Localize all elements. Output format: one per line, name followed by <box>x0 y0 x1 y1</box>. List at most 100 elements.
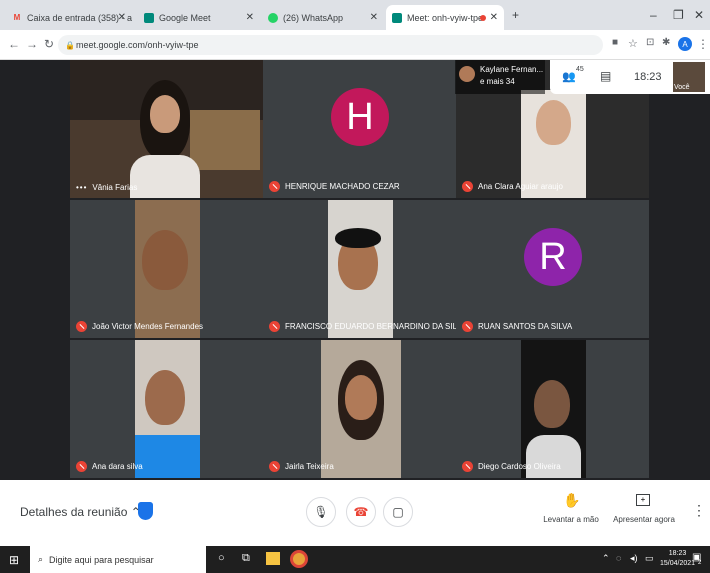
camera-button[interactable]: ▢ <box>383 497 413 527</box>
meet-icon <box>144 12 154 23</box>
maximize-button[interactable]: ❐ <box>673 8 684 22</box>
people-icon[interactable]: 👥 <box>562 70 576 83</box>
presenter-chip[interactable]: Kaylane Fernan... e mais 34 <box>455 60 545 94</box>
leave-call-button[interactable]: ☎ <box>346 497 376 527</box>
gmail-icon: M <box>13 13 21 22</box>
reload-icon[interactable]: ↻ <box>44 37 54 51</box>
chat-icon[interactable]: ▤ <box>600 69 611 83</box>
menu-icon[interactable]: ⋮ <box>697 37 709 51</box>
close-icon[interactable]: ✕ <box>246 12 254 23</box>
participant-tile[interactable]: ••• Vânia Farias <box>70 60 263 198</box>
mic-off-icon <box>462 321 473 332</box>
participant-name: Ana Clara Aguiar araujo <box>478 182 563 191</box>
participant-tile[interactable]: Diego Cardoso Oliveira <box>456 340 649 478</box>
tab-title: Meet: onh-vyiw-tpe <box>407 12 484 23</box>
minimize-button[interactable]: – <box>650 8 657 22</box>
presenter-extra: e mais 34 <box>480 77 515 86</box>
participant-name: Ana dara silva <box>92 462 143 471</box>
microphone-icon: 🎙 <box>313 505 329 519</box>
participant-tile[interactable]: João Victor Mendes Fernandes <box>70 200 263 338</box>
volume-icon[interactable]: ◂) <box>630 553 638 564</box>
new-tab-button[interactable]: + <box>512 8 519 22</box>
meeting-info-overlay: 👥 45 ▤ 18:23 Você <box>550 60 710 94</box>
mic-off-icon <box>76 461 87 472</box>
mic-off-icon <box>269 321 280 332</box>
participant-tile[interactable]: FRANCISCO EDUARDO BERNARDINO DA SILVA <box>263 200 456 338</box>
avatar: H <box>331 88 389 146</box>
network-icon[interactable]: ◌ <box>616 553 621 563</box>
windows-start-icon[interactable]: ⊞ <box>9 553 19 567</box>
participant-name: FRANCISCO EDUARDO BERNARDINO DA SILVA <box>285 322 456 331</box>
forward-icon[interactable]: → <box>26 37 38 51</box>
task-view-icon[interactable]: ⧉ <box>242 552 250 565</box>
taskbar-search[interactable]: ⌕ Digite aqui para pesquisar <box>30 546 206 573</box>
chrome-icon[interactable] <box>290 550 308 568</box>
cortana-icon[interactable]: ○ <box>218 552 225 564</box>
tab-meet-active[interactable]: Meet: onh-vyiw-tpe ✕ <box>386 5 504 30</box>
notification-count: 2 <box>698 560 702 566</box>
participant-tile[interactable]: Ana dara silva <box>70 340 263 478</box>
close-icon[interactable]: ✕ <box>370 12 378 23</box>
mic-off-icon <box>462 461 473 472</box>
present-icon[interactable]: + <box>636 494 650 506</box>
participant-tile[interactable]: R RUAN SANTOS DA SILVA <box>456 200 649 338</box>
speaking-indicator-icon: ••• <box>76 183 88 192</box>
tab-google-meet[interactable]: Google Meet ✕ <box>138 5 260 30</box>
raise-hand-label[interactable]: Levantar a mão <box>540 515 602 524</box>
mic-button[interactable]: 🎙 <box>306 497 336 527</box>
extension-icon[interactable]: ⊡ <box>646 37 654 48</box>
mic-off-icon <box>269 181 280 192</box>
puzzle-icon[interactable]: ✱ <box>662 37 670 48</box>
camera-icon[interactable]: ■ <box>612 37 618 48</box>
meeting-details-label: Detalhes da reunião <box>20 505 128 519</box>
file-explorer-icon[interactable] <box>266 552 280 565</box>
participant-name: Diego Cardoso Oliveira <box>478 462 561 471</box>
profile-avatar[interactable]: A <box>678 37 692 51</box>
mic-off-icon <box>269 461 280 472</box>
clock-time: 18:23 <box>668 550 687 557</box>
clock-date: 15/04/2021 <box>660 560 696 567</box>
tab-gmail[interactable]: M Caixa de entrada (358) - amauri ✕ <box>6 5 132 30</box>
avatar: R <box>524 228 582 286</box>
url-field[interactable]: 🔒 meet.google.com/onh-vyiw-tpe <box>58 35 603 55</box>
meeting-details-button[interactable]: Detalhes da reunião ⌃ <box>20 505 141 519</box>
tray-chevron-icon[interactable]: ⌃ <box>602 553 610 564</box>
mic-off-icon <box>462 181 473 192</box>
tab-title: (26) WhatsApp <box>283 12 344 23</box>
search-icon: ⌕ <box>38 554 44 564</box>
meet-icon <box>392 12 402 23</box>
url-text: meet.google.com/onh-vyiw-tpe <box>76 40 199 50</box>
tab-strip: M Caixa de entrada (358) - amauri ✕ Goog… <box>0 0 710 30</box>
participant-name: Jairla Teixeira <box>285 462 334 471</box>
hangup-icon: ☎ <box>353 505 369 519</box>
close-window-button[interactable]: ✕ <box>694 8 704 22</box>
shield-icon[interactable] <box>138 502 153 520</box>
participant-tile[interactable]: H HENRIQUE MACHADO CEZAR <box>263 60 456 198</box>
lock-icon: 🔒 <box>65 40 75 50</box>
avatar <box>459 66 475 82</box>
close-icon[interactable]: ✕ <box>490 12 498 23</box>
present-now-label[interactable]: Apresentar agora <box>612 515 676 524</box>
participant-tile[interactable]: Jairla Teixeira <box>263 340 456 478</box>
whatsapp-icon <box>268 12 278 23</box>
search-placeholder: Digite aqui para pesquisar <box>49 554 154 565</box>
self-label: Você <box>674 84 690 91</box>
clock[interactable]: 18:23 15/04/2021 <box>660 549 695 569</box>
video-grid: ••• Vânia Farias H HENRIQUE MACHADO CEZAR… <box>0 60 710 480</box>
meeting-controls: Detalhes da reunião ⌃ 🎙 ☎ ▢ ✋ Levantar a… <box>0 480 710 546</box>
star-icon[interactable]: ☆ <box>628 37 638 50</box>
battery-icon[interactable]: ▭ <box>645 553 654 564</box>
address-bar: ← → ↻ 🔒 meet.google.com/onh-vyiw-tpe ■ ☆… <box>0 30 710 60</box>
meeting-time: 18:23 <box>634 71 662 83</box>
presenter-name: Kaylane Fernan... <box>480 65 544 74</box>
tab-title: Caixa de entrada (358) - amauri <box>27 12 132 23</box>
back-icon[interactable]: ← <box>8 37 20 51</box>
more-options-icon[interactable]: ⋮ <box>692 502 706 519</box>
recording-dot-icon <box>480 14 486 21</box>
camera-off-icon: ▢ <box>392 505 404 519</box>
participants-count: 45 <box>576 66 584 73</box>
hand-icon[interactable]: ✋ <box>563 492 580 509</box>
participant-name: HENRIQUE MACHADO CEZAR <box>285 182 400 191</box>
tab-whatsapp[interactable]: (26) WhatsApp ✕ <box>262 5 384 30</box>
close-icon[interactable]: ✕ <box>118 12 126 23</box>
